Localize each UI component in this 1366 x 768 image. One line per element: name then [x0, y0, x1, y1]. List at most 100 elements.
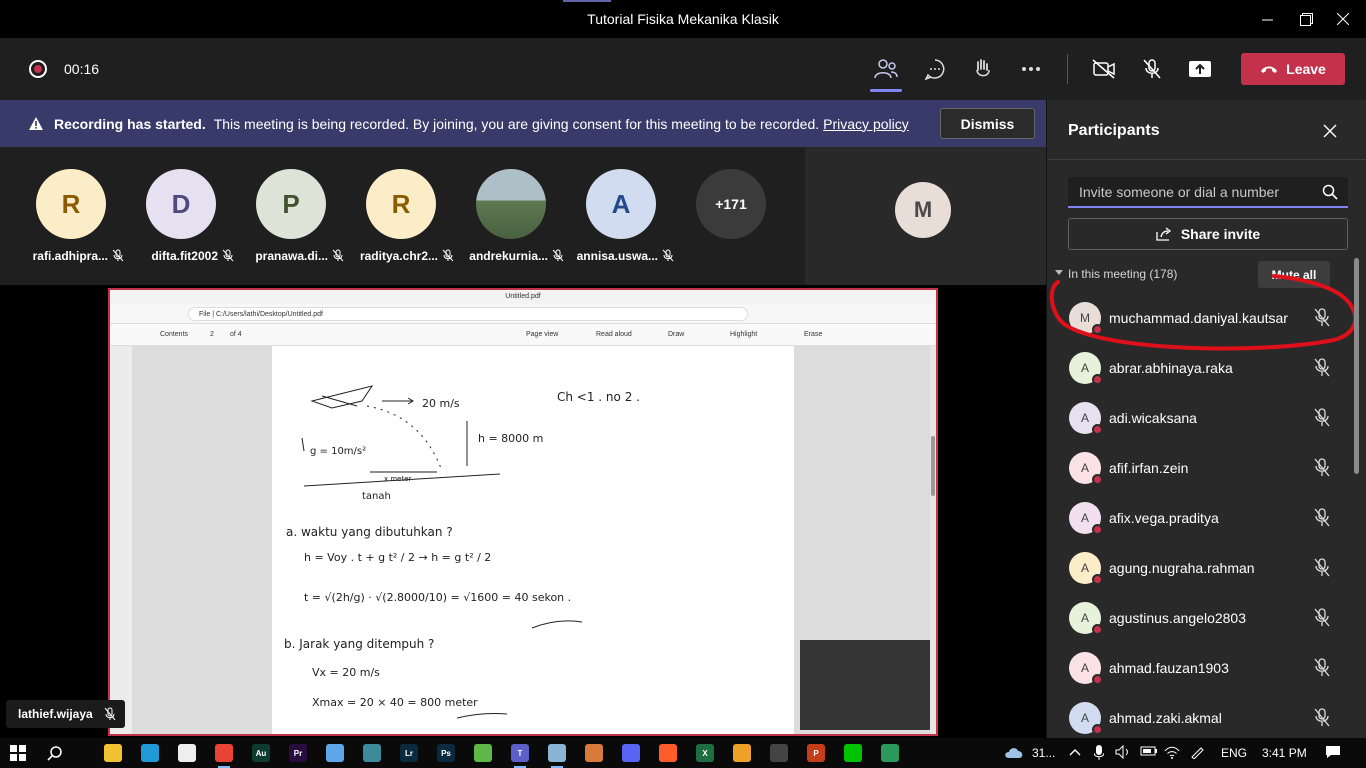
- panel-divider: [1047, 159, 1366, 160]
- presence-badge: [1092, 474, 1103, 485]
- participant-name: agung.nugraha.rahman: [1109, 560, 1255, 576]
- privacy-policy-link[interactable]: Privacy policy: [823, 116, 909, 132]
- wifi-icon[interactable]: [1164, 745, 1180, 762]
- photoshop-icon[interactable]: Ps: [437, 744, 455, 762]
- participant-row[interactable]: Aahmad.fauzan1903: [1047, 643, 1357, 693]
- panel-scrollbar[interactable]: [1354, 258, 1359, 474]
- app-icon[interactable]: [363, 744, 381, 762]
- screen-share-area: Untitled.pdf File | C:/Users/lathi/Deskt…: [0, 285, 1046, 740]
- participant-avatar: A: [1069, 652, 1103, 685]
- pdf-toolbar: Contents 2 of 4 Page view Read aloud Dra…: [110, 324, 936, 346]
- participant-tile[interactable]: Aannisa.uswa...: [566, 169, 676, 269]
- invite-input[interactable]: [1068, 177, 1318, 206]
- edge-icon[interactable]: [141, 744, 159, 762]
- participant-row[interactable]: Aafix.vega.praditya: [1047, 493, 1357, 543]
- remote-desktop-icon[interactable]: [548, 744, 566, 768]
- presenter-name: lathief.wijaya: [18, 707, 93, 721]
- weather-icon[interactable]: [1003, 745, 1025, 762]
- participant-row[interactable]: Aahmad.zaki.akmal: [1047, 693, 1357, 740]
- notepad-icon[interactable]: [326, 744, 344, 762]
- chat-button[interactable]: [917, 52, 953, 86]
- chat-icon: [924, 59, 945, 80]
- file-explorer-icon[interactable]: [104, 744, 122, 762]
- volume-icon[interactable]: [1115, 744, 1131, 762]
- camera-off-icon: [1092, 59, 1115, 79]
- self-avatar: M: [895, 182, 951, 238]
- dismiss-button[interactable]: Dismiss: [940, 108, 1035, 139]
- note-height: h = 8000 m: [478, 432, 543, 445]
- participant-name: andrekurnia...: [469, 249, 548, 263]
- note-x: x meter: [384, 475, 412, 483]
- leave-button[interactable]: Leave: [1241, 53, 1345, 85]
- participant-row[interactable]: Aagung.nugraha.rahman: [1047, 543, 1357, 593]
- participant-tile[interactable]: Ppranawa.di...: [236, 169, 346, 269]
- participant-tile[interactable]: andrekurnia...: [456, 169, 566, 269]
- close-panel-button[interactable]: [1323, 122, 1337, 143]
- chevron-up-icon[interactable]: [1069, 745, 1081, 759]
- chrome-icon[interactable]: [215, 744, 233, 768]
- participant-row[interactable]: Aadi.wicaksana: [1047, 393, 1357, 443]
- participant-avatar: A: [1069, 452, 1103, 485]
- participant-name: difta.fit2002: [151, 249, 218, 263]
- reactions-button[interactable]: [965, 52, 1001, 86]
- settings-icon[interactable]: [770, 744, 788, 762]
- share-tray-icon: [1189, 61, 1211, 77]
- minimize-icon: [1261, 19, 1273, 20]
- search-icon[interactable]: [1322, 184, 1338, 200]
- windows-icon: [10, 745, 26, 761]
- panel-title: Participants: [1068, 122, 1160, 139]
- start-button[interactable]: [9, 744, 27, 762]
- participants-button[interactable]: [868, 52, 904, 92]
- store-icon[interactable]: [178, 744, 196, 762]
- close-window-button[interactable]: [1320, 0, 1366, 38]
- share-invite-button[interactable]: Share invite: [1068, 218, 1348, 250]
- photo-icon[interactable]: [881, 744, 899, 762]
- mic-off-icon: [1143, 59, 1161, 79]
- discord-icon[interactable]: [622, 744, 640, 762]
- avatar-initial: A: [1080, 511, 1089, 525]
- torrent-icon[interactable]: [474, 744, 492, 762]
- audition-icon[interactable]: Au: [252, 744, 270, 762]
- participant-tile[interactable]: Ddifta.fit2002: [126, 169, 236, 269]
- participant-tile[interactable]: Rrafi.adhipra...: [16, 169, 126, 269]
- mic-off-icon: [1314, 508, 1330, 527]
- mic-toggle[interactable]: [1134, 52, 1170, 86]
- participant-avatar: A: [1069, 602, 1103, 635]
- mic-off-icon: [1314, 408, 1330, 427]
- participant-tile[interactable]: Rraditya.chr2...: [346, 169, 456, 269]
- share-content-button[interactable]: [1182, 52, 1218, 86]
- microphone-tray-icon[interactable]: [1093, 745, 1105, 764]
- participant-name: agustinus.angelo2803: [1109, 610, 1247, 626]
- camera-toggle[interactable]: [1086, 52, 1122, 86]
- more-participants-count[interactable]: +171: [696, 169, 766, 239]
- input-language[interactable]: ENG: [1221, 746, 1247, 760]
- taskbar-search-button[interactable]: [46, 744, 64, 762]
- close-icon: [1323, 124, 1337, 138]
- participant-strip: Rrafi.adhipra... Ddifta.fit2002 Ppranawa.d…: [0, 147, 1046, 285]
- pen-icon[interactable]: [1190, 745, 1204, 762]
- powerpoint-icon[interactable]: P: [807, 744, 825, 762]
- notifications-icon[interactable]: [1325, 745, 1341, 762]
- odin-icon[interactable]: [733, 744, 751, 762]
- presence-badge: [1092, 374, 1103, 385]
- excel-icon[interactable]: X: [696, 744, 714, 762]
- participant-name: afix.vega.praditya: [1109, 510, 1219, 526]
- mic-off-icon: [1314, 358, 1330, 377]
- media-player-icon[interactable]: [585, 744, 603, 762]
- studio-icon[interactable]: [659, 744, 677, 762]
- self-video-tile: M: [805, 147, 1046, 285]
- note-equation-2: t = √(2h/g) · √(2.8000/10) = √1600 = 40 …: [304, 591, 571, 604]
- battery-icon[interactable]: [1140, 745, 1158, 760]
- teams-icon[interactable]: T: [511, 744, 529, 768]
- more-actions-button[interactable]: [1013, 52, 1049, 86]
- participant-row[interactable]: Aafif.irfan.zein: [1047, 443, 1357, 493]
- pdf-draw: Draw: [668, 331, 685, 338]
- premiere-icon[interactable]: Pr: [289, 744, 307, 762]
- line-icon[interactable]: [844, 744, 862, 762]
- lightroom-icon[interactable]: Lr: [400, 744, 418, 762]
- share-icon: [1156, 227, 1171, 241]
- participant-name: ahmad.fauzan1903: [1109, 660, 1229, 676]
- clock[interactable]: 3:41 PM: [1262, 746, 1307, 760]
- window-title: Tutorial Fisika Mekanika Klasik: [587, 11, 779, 27]
- participant-row[interactable]: Aagustinus.angelo2803: [1047, 593, 1357, 643]
